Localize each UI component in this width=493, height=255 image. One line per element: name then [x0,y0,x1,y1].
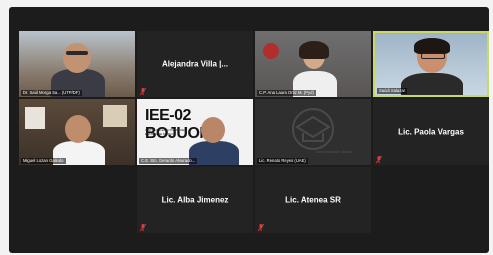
participant-name: C.E. Sto. Gerardo Alvarado... [139,158,198,164]
participant-name: Dr. Saúl Morga Sa... (UTP/DF) [21,90,82,96]
mic-muted-icon [140,88,146,95]
participant-tile[interactable]: Alejandra Villa |... [137,31,253,97]
participant-name: C.P. Ana Laura Ortiz M. (Pyd) [257,90,316,96]
participant-tile[interactable]: C.P. Ana Laura Ortiz M. (Pyd) [255,31,371,97]
participant-name: Lic. Renato Reyes (UAE) [257,158,308,164]
participant-tile[interactable]: Lic. Alba Jimenez [137,167,253,233]
participant-name: Lic. Atenea SR [285,195,341,205]
participant-tile[interactable]: Lic. Atenea SR [255,167,371,233]
logo-subtitle: INSTITUTO ELECTORAL DEL ESTADO DE MEXICO [145,128,186,136]
participant-tile[interactable]: Comunicación Social Lic. Renato Reyes (U… [255,99,371,165]
participant-name: Miguel Lozan Galindo [21,158,66,164]
mic-muted-icon [258,224,264,231]
participant-name: Lic. Alba Jimenez [161,195,229,205]
participant-video: Comunicación Social [255,99,371,165]
mic-muted-icon [376,156,382,163]
participant-name: Saúdi Salazar [377,88,408,94]
participant-tile[interactable]: Miguel Lozan Galindo [19,99,135,165]
mic-muted-icon [140,224,146,231]
participant-video [375,33,487,95]
participant-video [19,99,135,165]
meeting-gallery: Dr. Saúl Morga Sa... (UTP/DF) Alejandra … [9,7,489,253]
participant-video [19,31,135,97]
logo-text: IEE-02 BOJUON [145,107,211,142]
participant-tile[interactable]: Lic. Paola Vargas [373,99,489,165]
logo-caption: Comunicación Social [315,149,353,154]
participant-name: Lic. Paola Vargas [398,127,464,137]
participant-tile[interactable]: Dr. Saúl Morga Sa... (UTP/DF) [19,31,135,97]
participant-tile-active-speaker[interactable]: Saúdi Salazar [373,31,489,97]
participant-tile[interactable]: IEE-02 BOJUON INSTITUTO ELECTORAL DEL ES… [137,99,253,165]
institution-logo-icon [292,108,334,150]
participant-video [255,31,371,97]
participant-name: Alejandra Villa |... [161,59,229,69]
participant-video: IEE-02 BOJUON INSTITUTO ELECTORAL DEL ES… [137,99,253,165]
